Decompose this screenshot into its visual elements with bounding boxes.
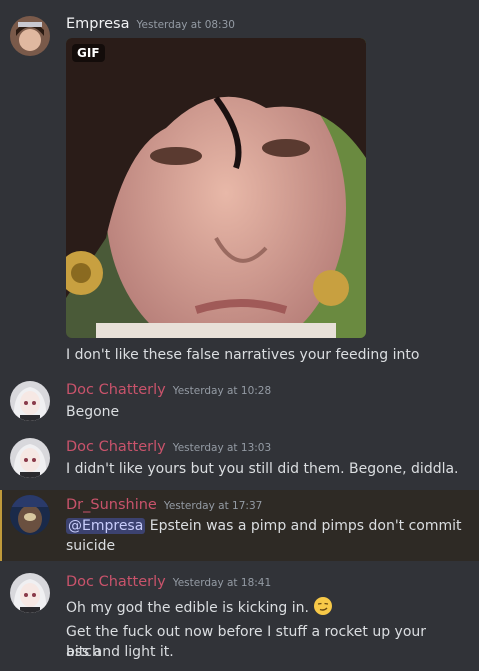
message: Doc Chatterly Yesterday at 13:03 I didn't… <box>0 429 479 489</box>
author-name[interactable]: Dr_Sunshine Yesterday at 17:37 <box>66 497 262 513</box>
message: Doc Chatterly Yesterday at 18:41 Oh my go… <box>0 563 479 671</box>
author-name[interactable]: Empresa Yesterday at 08:30 <box>66 16 235 32</box>
author-label[interactable]: Doc Chatterly <box>66 439 166 455</box>
avatar[interactable] <box>10 16 50 56</box>
gif-attachment[interactable]: GIF <box>66 38 366 338</box>
author-label[interactable]: Empresa <box>66 16 130 32</box>
avatar[interactable] <box>10 573 50 613</box>
author-name[interactable]: Doc Chatterly Yesterday at 13:03 <box>66 439 271 455</box>
user-avatar-icon <box>10 16 50 56</box>
timestamp: Yesterday at 17:37 <box>163 500 263 512</box>
anime-avatar-icon <box>10 381 50 421</box>
author-label[interactable]: Doc Chatterly <box>66 382 166 398</box>
message-text: @Empresa Epstein was a pimp and pimps do… <box>66 516 465 536</box>
message-text-part: Epstein was a pimp and pimps don't commi… <box>145 518 462 534</box>
anime-avatar-icon <box>10 573 50 613</box>
message-text-part: Oh my god the edible is kicking in. <box>66 600 309 616</box>
message-text: I don't like these false narratives your… <box>66 347 420 363</box>
anime-avatar-icon <box>10 438 50 478</box>
message-text-line2: suicide <box>66 538 116 554</box>
smirking-face-emoji-icon <box>314 597 333 615</box>
user-mention[interactable]: @Empresa <box>66 518 146 534</box>
message: Empresa Yesterday at 08:30 GIF I don't l… <box>0 0 479 372</box>
author-name[interactable]: Doc Chatterly Yesterday at 18:41 <box>66 574 271 590</box>
gif-badge: GIF <box>72 44 105 62</box>
timestamp: Yesterday at 08:30 <box>136 19 235 31</box>
timestamp: Yesterday at 13:03 <box>172 442 272 454</box>
message-mention-highlighted: Dr_Sunshine Yesterday at 17:37 @Empresa E… <box>0 490 479 561</box>
message-text: Begone <box>66 404 120 420</box>
timestamp: Yesterday at 18:41 <box>172 577 272 589</box>
author-label[interactable]: Dr_Sunshine <box>66 497 157 513</box>
message-text-line2: ass and light it. <box>66 644 174 660</box>
avatar[interactable] <box>10 381 50 421</box>
message-text: Oh my god the edible is kicking in. <box>66 596 465 618</box>
gif-image <box>66 38 366 338</box>
author-name[interactable]: Doc Chatterly Yesterday at 10:28 <box>66 382 271 398</box>
user-avatar-icon <box>10 495 50 535</box>
timestamp: Yesterday at 10:28 <box>172 385 272 397</box>
avatar[interactable] <box>10 495 50 535</box>
avatar[interactable] <box>10 438 50 478</box>
message-text: I didn't like yours but you still did th… <box>66 461 459 477</box>
author-label[interactable]: Doc Chatterly <box>66 574 166 590</box>
message: Doc Chatterly Yesterday at 10:28 Begone <box>0 372 479 432</box>
